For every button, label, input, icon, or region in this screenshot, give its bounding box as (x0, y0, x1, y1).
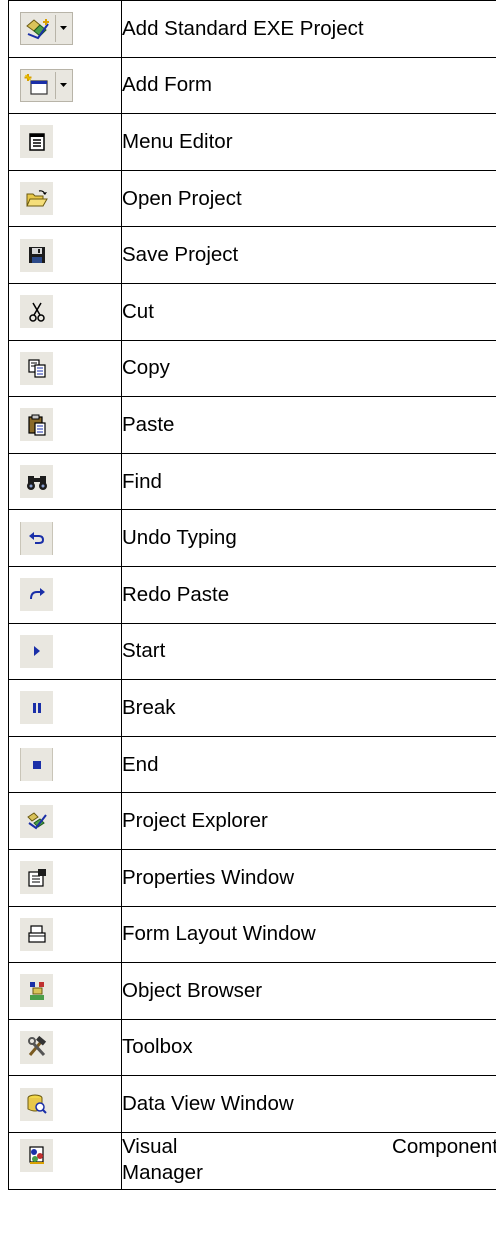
floppy-disk-icon[interactable] (20, 238, 53, 272)
project-explorer-icon[interactable] (20, 804, 53, 838)
table-row: Paste (8, 396, 496, 454)
table-row: Add Form (8, 56, 496, 115)
table-row: Find (8, 452, 496, 511)
table-row: Open Project (8, 169, 496, 228)
row-label: Undo Typing (121, 509, 496, 567)
row-label: Start (121, 622, 496, 681)
row-label: Cut (121, 282, 496, 341)
table-row: Cut (8, 282, 496, 341)
table-row: Save Project (8, 226, 496, 284)
row-label: Paste (121, 396, 496, 454)
table-row: Properties Window (8, 848, 496, 907)
properties-window-icon[interactable] (20, 861, 53, 895)
table-row: Visual Component Manager (8, 1131, 496, 1190)
row-label: Save Project (121, 226, 496, 284)
row-label: Add Standard EXE Project (121, 0, 496, 58)
hammer-wrench-icon[interactable] (20, 1030, 53, 1064)
row-label: Redo Paste (121, 565, 496, 624)
row-label: Project Explorer (121, 792, 496, 850)
object-browser-icon[interactable] (20, 974, 53, 1008)
row-label: Find (121, 452, 496, 511)
undo-arrow-icon[interactable] (20, 521, 53, 555)
row-label: Toolbox (121, 1018, 496, 1077)
row-label: Data View Window (121, 1075, 496, 1133)
label-word-component: Component (392, 1134, 496, 1158)
menu-editor-icon[interactable] (20, 125, 53, 159)
form-layout-icon[interactable] (20, 917, 53, 951)
table-row: Data View Window (8, 1075, 496, 1133)
table-row: Redo Paste (8, 565, 496, 624)
table-row: Menu Editor (8, 113, 496, 171)
data-view-icon[interactable] (20, 1087, 53, 1121)
label-word-manager: Manager (122, 1160, 203, 1184)
pause-bars-icon[interactable] (20, 691, 53, 725)
add-form-icon[interactable] (20, 68, 73, 102)
clipboard-icon[interactable] (20, 408, 53, 442)
row-label: Copy (121, 339, 496, 398)
table-row: Add Standard EXE Project (8, 0, 496, 58)
add-standard-exe-project-icon[interactable] (20, 12, 73, 46)
row-label: Add Form (121, 56, 496, 115)
chevron-down-icon[interactable] (55, 15, 71, 43)
row-label: Open Project (121, 169, 496, 228)
chevron-down-icon[interactable] (55, 71, 71, 99)
row-label: Visual Component Manager (121, 1131, 496, 1190)
label-word-visual: Visual (122, 1134, 178, 1158)
row-label: Menu Editor (121, 113, 496, 171)
row-label: Object Browser (121, 962, 496, 1020)
row-label: Break (121, 679, 496, 737)
scissors-icon[interactable] (20, 295, 53, 329)
table-row: End (8, 735, 496, 794)
row-label: Form Layout Window (121, 905, 496, 964)
stop-square-icon[interactable] (20, 748, 53, 782)
table-row: Undo Typing (8, 509, 496, 567)
row-label: Properties Window (121, 848, 496, 907)
table-row: Project Explorer (8, 792, 496, 850)
open-folder-icon[interactable] (20, 182, 53, 216)
play-triangle-icon[interactable] (20, 634, 53, 668)
table-row: Form Layout Window (8, 905, 496, 964)
table-row: Copy (8, 339, 496, 398)
row-label: End (121, 735, 496, 794)
binoculars-icon[interactable] (20, 465, 53, 499)
redo-arrow-icon[interactable] (20, 578, 53, 612)
toolbar-buttons-table: Add Standard EXE Project Add Form Menu E… (8, 0, 496, 1190)
table-row: Break (8, 679, 496, 737)
table-row: Start (8, 622, 496, 681)
visual-component-manager-icon[interactable] (20, 1138, 53, 1172)
table-row: Object Browser (8, 962, 496, 1020)
table-row: Toolbox (8, 1018, 496, 1077)
copy-icon[interactable] (20, 351, 53, 385)
